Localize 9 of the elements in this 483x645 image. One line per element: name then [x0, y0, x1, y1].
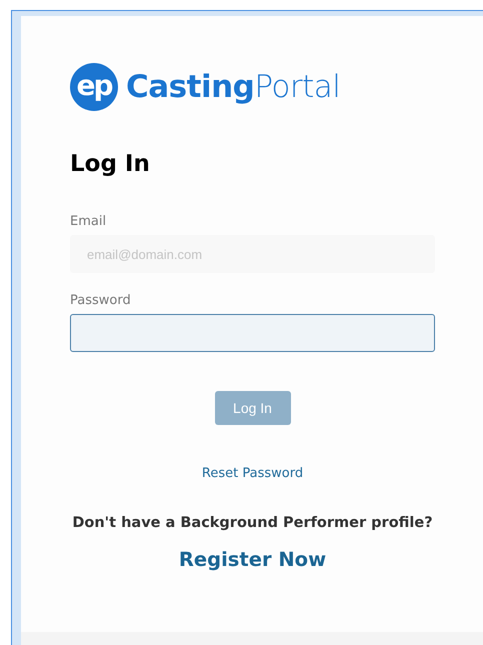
page-heading: Log In — [70, 151, 151, 177]
register-prompt: Don't have a Background Performer profile? — [71, 515, 434, 531]
reset-password-link[interactable]: Reset Password — [202, 466, 304, 481]
register-link[interactable]: Register Now — [178, 548, 326, 571]
logo-wordmark: CastingPortal — [126, 69, 340, 105]
field-label: Password — [70, 293, 132, 308]
field-label: Email — [70, 214, 108, 229]
logo-mark: ep — [70, 63, 118, 111]
input-field[interactable] — [70, 314, 435, 352]
